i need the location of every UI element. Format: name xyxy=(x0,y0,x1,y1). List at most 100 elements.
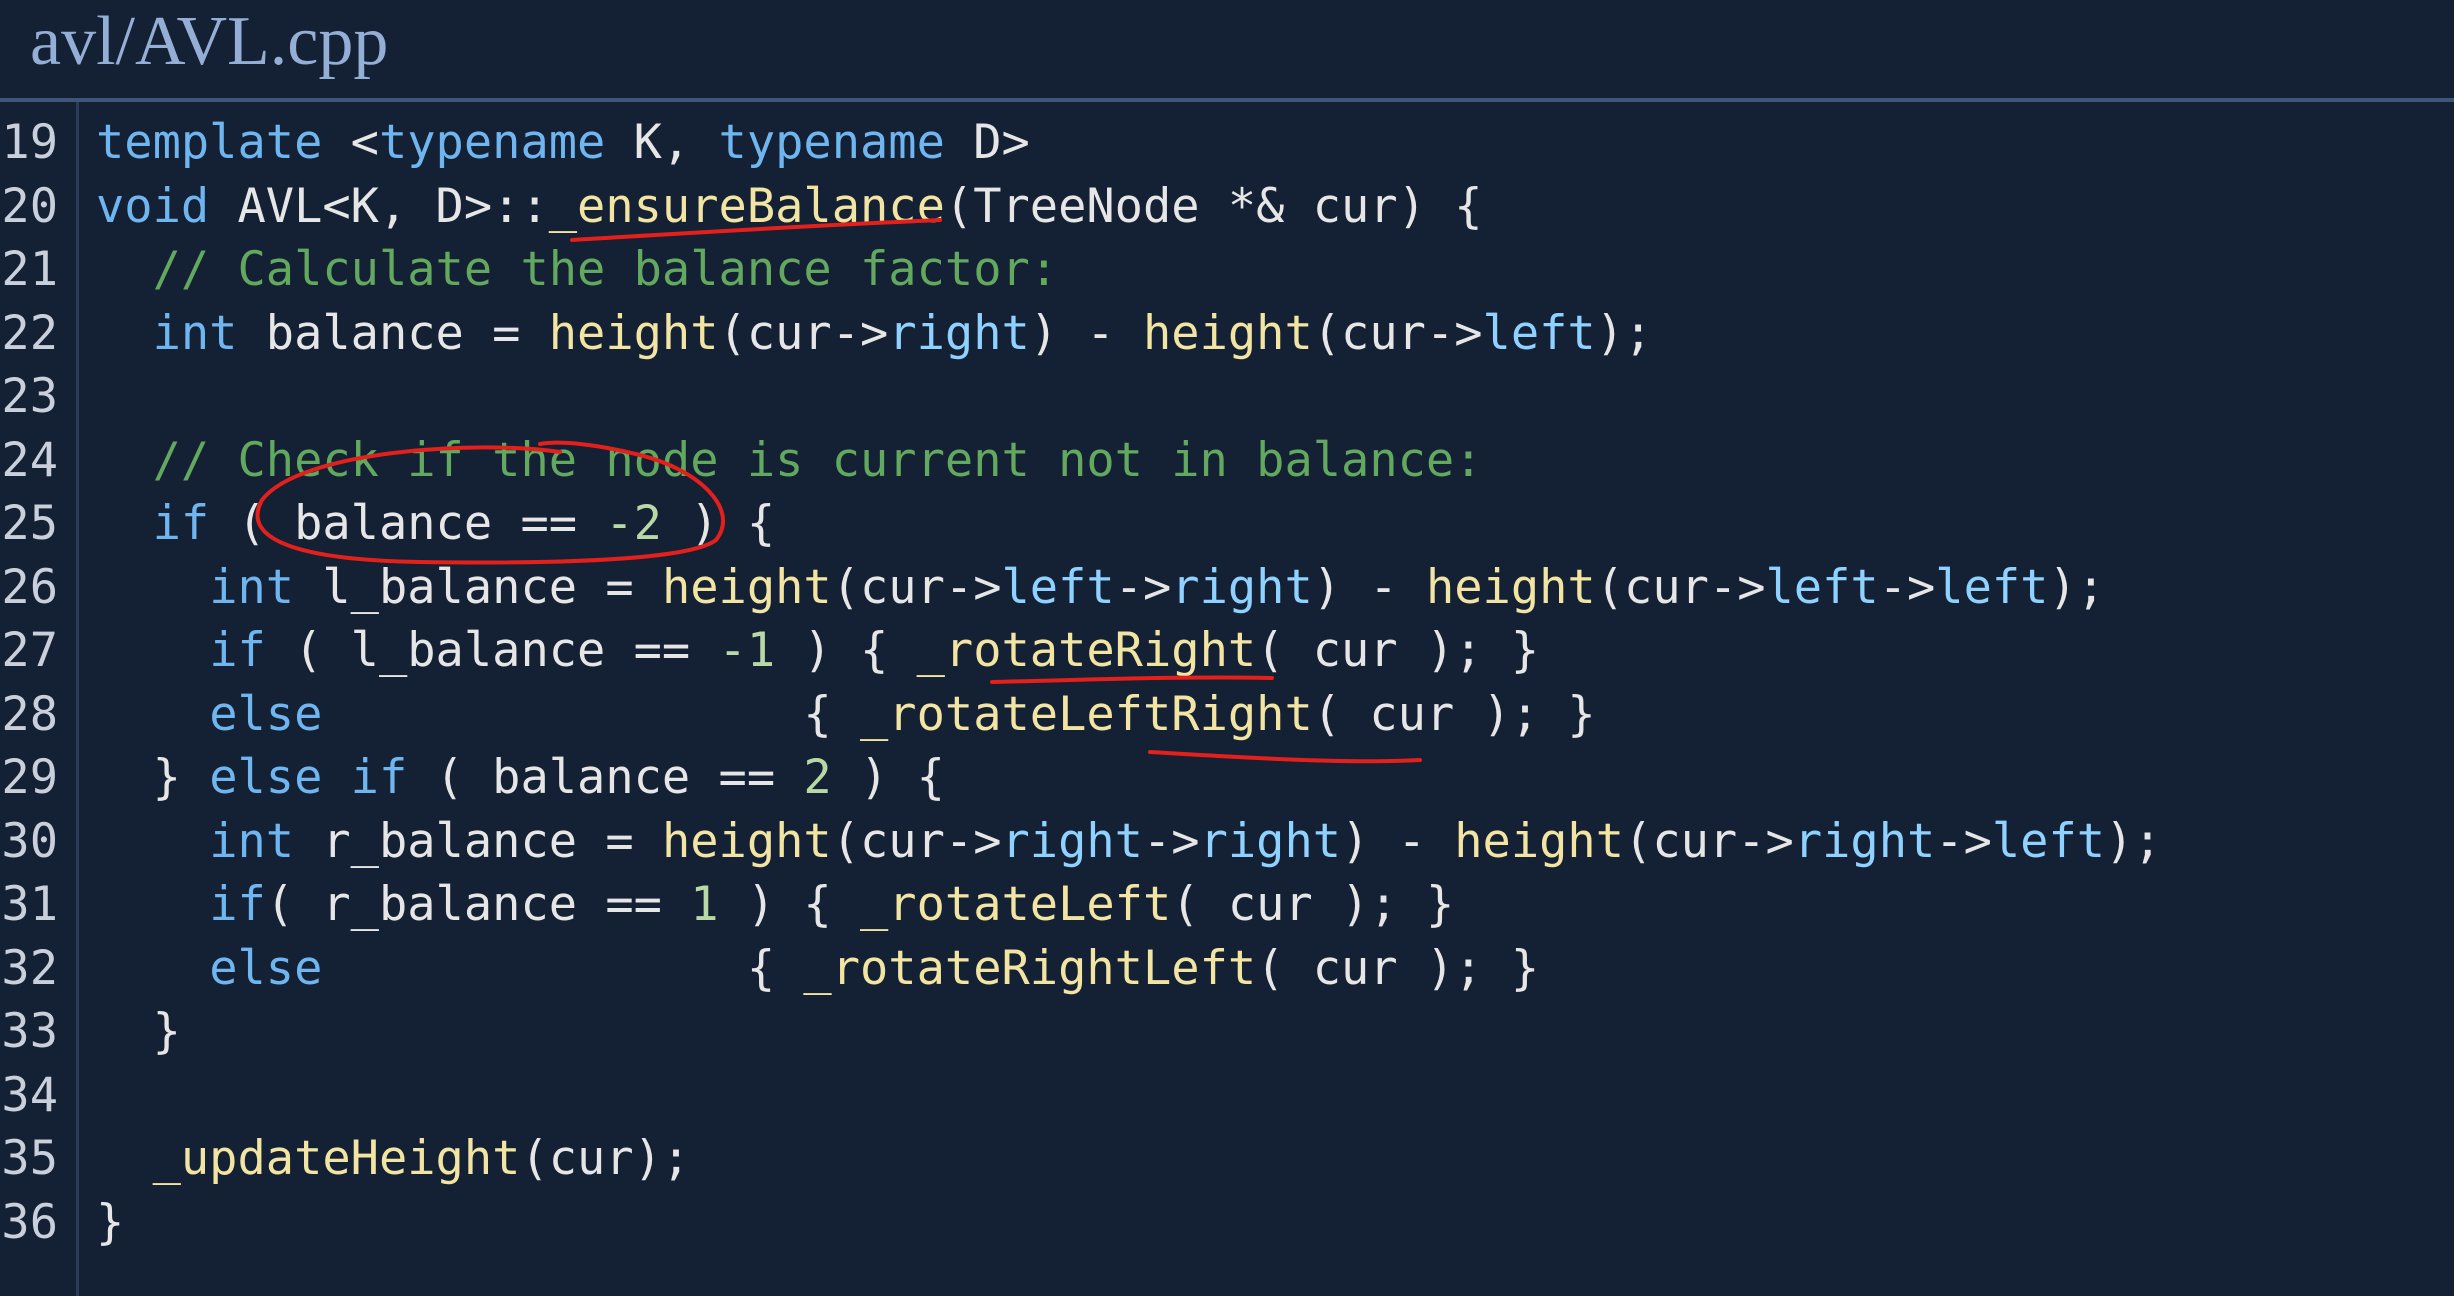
token-tx: (cur-> xyxy=(718,305,889,361)
code-line-29: 29 } else if ( balance == 2 ) { xyxy=(0,746,2454,810)
code-text: else { _rotateLeftRight( cur ); } xyxy=(96,683,1596,747)
token-kw: int xyxy=(209,813,295,869)
token-tx: } xyxy=(96,1194,125,1250)
token-tx xyxy=(96,623,209,678)
code-line-32: 32 else { _rotateRightLeft( cur ); } xyxy=(0,937,2454,1001)
token-tx: ) { xyxy=(831,750,945,805)
code-text: // Check if the node is current not in b… xyxy=(96,429,1483,493)
token-fn: height xyxy=(548,305,719,361)
code-text: if( r_balance == 1 ) { _rotateLeft( cur … xyxy=(96,873,1454,937)
token-fn: _rotateRight xyxy=(916,623,1257,678)
token-prop: left xyxy=(1001,559,1115,615)
token-tx xyxy=(96,687,209,742)
token-tx xyxy=(96,242,153,297)
token-prop: left xyxy=(1991,813,2106,869)
line-number: 21 xyxy=(1,242,58,297)
token-num: -1 xyxy=(718,623,776,678)
token-tx: ( cur ); } xyxy=(1171,877,1455,932)
token-prop: left xyxy=(1482,305,1596,361)
code-line-34: 34 xyxy=(0,1064,2454,1128)
code-text: _updateHeight(cur); xyxy=(96,1127,691,1191)
code-line-25: 25 if ( balance == -2 ) { xyxy=(0,492,2454,556)
token-prop: right xyxy=(1199,813,1342,869)
token-kw: int xyxy=(152,305,238,361)
line-number: 32 xyxy=(1,940,58,996)
code-editor[interactable]: 19 template <typename K, typename D> 20 voi… xyxy=(0,102,2454,1296)
code-text: int r_balance = height(cur->right->right… xyxy=(96,810,2162,874)
token-cm: // Check if the node is current not in b… xyxy=(152,432,1483,488)
token-tx: AVL<K, D>:: xyxy=(209,178,549,234)
token-kw: else if xyxy=(209,750,408,805)
token-kw: typename xyxy=(378,115,606,170)
code-text: if ( l_balance == -1 ) { _rotateRight( c… xyxy=(96,619,1539,683)
token-num: -2 xyxy=(605,496,662,551)
token-prop: left xyxy=(1935,559,2049,615)
token-tx: < xyxy=(322,115,379,170)
token-tx: l_balance = xyxy=(294,559,662,615)
token-tx: ) - xyxy=(1029,305,1143,361)
code-line-33: 33 } xyxy=(0,1000,2454,1064)
token-tx: ) - xyxy=(1341,813,1455,869)
line-number: 30 xyxy=(1,813,58,869)
code-line-31: 31 if( r_balance == 1 ) { _rotateLeft( c… xyxy=(0,873,2454,937)
token-tx: { xyxy=(322,686,861,742)
line-number: 23 xyxy=(1,369,58,424)
token-tx: (cur); xyxy=(520,1131,691,1186)
token-prop: right xyxy=(1793,813,1936,869)
token-tx: } xyxy=(96,1004,181,1059)
token-tx: r_balance = xyxy=(294,813,662,869)
token-prop: left xyxy=(1765,559,1879,615)
code-line-20: 20 void AVL<K, D>::_ensureBalance(TreeNod… xyxy=(0,175,2454,239)
token-tx: ); xyxy=(2105,813,2162,869)
code-text: int l_balance = height(cur->left->right)… xyxy=(96,556,2105,620)
token-tx: K, xyxy=(605,115,719,170)
token-prop: right xyxy=(888,305,1030,361)
token-tx: balance = xyxy=(237,305,549,361)
token-fn: _ensureBalance xyxy=(548,178,945,234)
token-tx xyxy=(96,814,209,869)
token-tx: -> xyxy=(1878,559,1936,615)
token-fn: _rotateRightLeft xyxy=(803,940,1257,996)
token-tx: D> xyxy=(944,115,1030,170)
token-tx: ( r_balance == xyxy=(265,877,691,932)
token-tx: { xyxy=(322,940,804,996)
line-number: 35 xyxy=(1,1131,58,1186)
line-number: 29 xyxy=(1,750,58,805)
token-tx: ); xyxy=(1595,305,1653,361)
code-text: else { _rotateRightLeft( cur ); } xyxy=(96,937,1539,1001)
token-tx: (cur-> xyxy=(1595,559,1766,615)
line-number: 36 xyxy=(1,1194,58,1250)
code-text: } xyxy=(96,1191,124,1255)
token-tx xyxy=(96,433,153,488)
token-tx: (cur-> xyxy=(1312,305,1483,361)
line-number: 22 xyxy=(1,305,58,361)
token-tx: (cur-> xyxy=(831,813,1002,869)
token-tx xyxy=(96,941,209,996)
code-line-22: 22 int balance = height(cur->right) - he… xyxy=(0,302,2454,366)
code-line-28: 28 else { _rotateLeftRight( cur ); } xyxy=(0,683,2454,747)
token-kw: typename xyxy=(718,115,945,170)
code-text: // Calculate the balance factor: xyxy=(96,238,1058,302)
token-kw: if xyxy=(152,496,210,551)
token-num: 2 xyxy=(803,750,832,805)
token-tx: ) { xyxy=(775,623,917,678)
token-fn: _rotateLeft xyxy=(860,877,1172,932)
token-tx xyxy=(96,1131,153,1186)
token-tx: (cur-> xyxy=(831,559,1002,615)
line-number: 20 xyxy=(1,178,58,234)
token-tx: (cur-> xyxy=(1624,813,1794,869)
token-tx: ) { xyxy=(661,496,776,551)
token-tx: ( cur ); } xyxy=(1256,940,1540,996)
token-cm: // Calculate the balance factor: xyxy=(152,242,1059,297)
code-text: } xyxy=(96,1000,181,1064)
token-num: 1 xyxy=(690,877,719,932)
token-tx xyxy=(96,877,209,932)
token-kw: if xyxy=(209,877,266,932)
code-line-19: 19 template <typename K, typename D> xyxy=(0,111,2454,175)
token-tx xyxy=(96,496,153,551)
token-tx xyxy=(96,306,153,361)
line-number: 25 xyxy=(1,496,58,551)
token-fn: _rotateLeftRight xyxy=(860,686,1313,742)
file-title: avl/AVL.cpp xyxy=(30,3,389,80)
token-kw: else xyxy=(209,940,323,996)
